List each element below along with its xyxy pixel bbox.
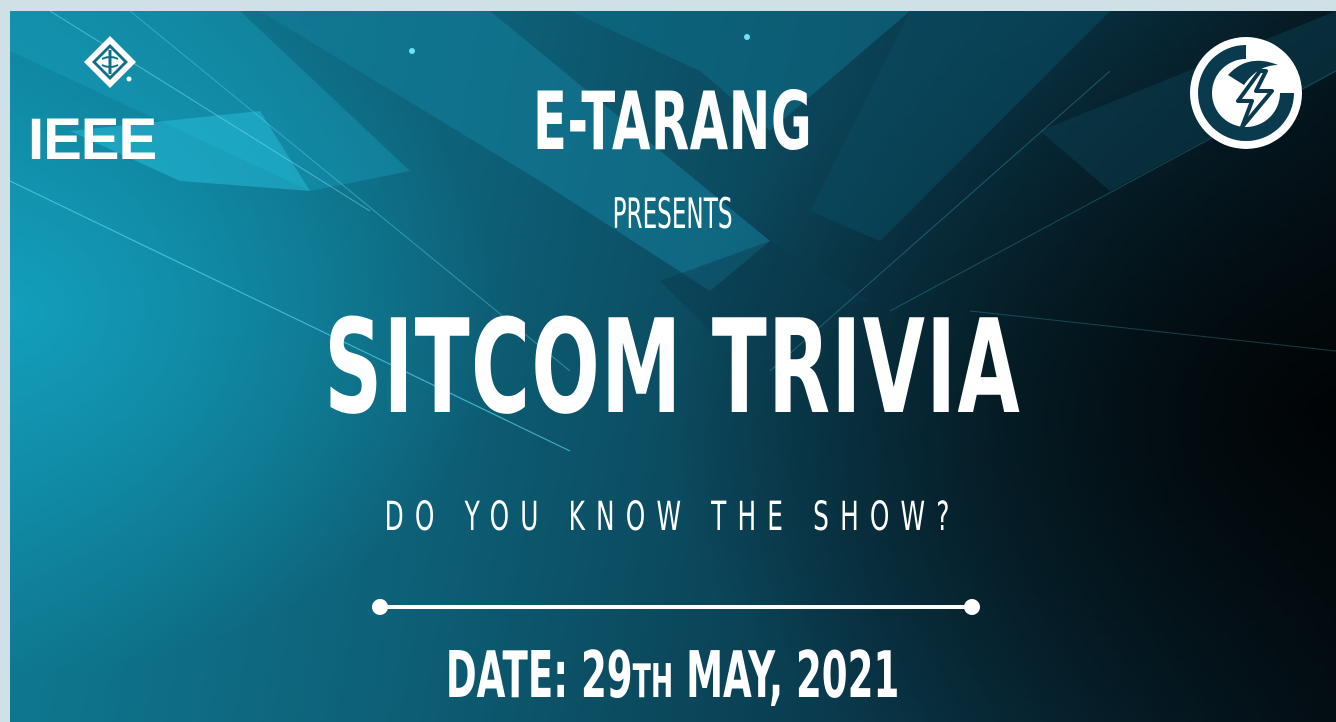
date-label: DATE: xyxy=(445,639,569,713)
page-frame: IEEE E-TARANG PRESENTS SITCOM TRIVIA DO … xyxy=(0,0,1336,722)
date-month-year: MAY, 2021 xyxy=(686,639,900,713)
event-tagline: DO YOU KNOW THE SHOW? xyxy=(384,494,961,540)
date-suffix: TH xyxy=(632,654,674,708)
ieee-wordmark: IEEE xyxy=(28,107,157,172)
organizer-title: E-TARANG xyxy=(532,75,813,168)
lightning-bolt-icon xyxy=(1190,37,1302,149)
date-day: 29 xyxy=(580,639,633,713)
presents-label: PRESENTS xyxy=(612,189,733,238)
ieee-diamond-icon xyxy=(84,36,136,88)
divider-line xyxy=(372,599,980,615)
event-poster: IEEE E-TARANG PRESENTS SITCOM TRIVIA DO … xyxy=(10,11,1336,722)
ieee-logo: IEEE xyxy=(28,35,178,169)
event-date: DATE: 29TH MAY, 2021 xyxy=(288,639,1057,718)
event-title: SITCOM TRIVIA xyxy=(324,291,1022,443)
